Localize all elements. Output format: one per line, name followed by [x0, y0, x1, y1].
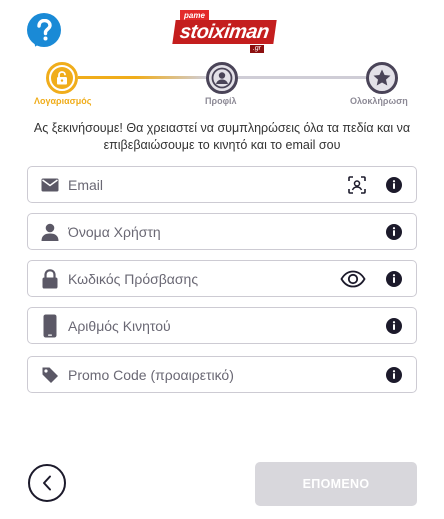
- info-icon[interactable]: [386, 366, 402, 383]
- info-icon[interactable]: [386, 176, 402, 193]
- promo-code-input[interactable]: [68, 357, 328, 392]
- next-button[interactable]: ΕΠΟΜΕΝΟ: [255, 462, 417, 506]
- username-field[interactable]: [27, 213, 417, 250]
- chevron-left-icon: [43, 475, 51, 491]
- password-input[interactable]: [68, 261, 328, 296]
- brand-logo[interactable]: pame stoiximan .gr: [172, 10, 277, 54]
- back-button[interactable]: [28, 464, 66, 502]
- user-icon: [211, 67, 233, 89]
- lock-open-icon: [57, 71, 67, 85]
- user-icon: [39, 221, 61, 243]
- phone-input[interactable]: [68, 308, 328, 343]
- intro-text: Ας ξεκινήσουμε! Θα χρειαστεί να συμπληρώ…: [33, 121, 411, 152]
- promo-code-field[interactable]: [27, 356, 417, 393]
- username-input[interactable]: [68, 214, 328, 249]
- password-field[interactable]: [27, 260, 417, 297]
- logo-suffix: .gr: [249, 45, 264, 53]
- step-label-account: Λογαριασμός: [34, 96, 92, 106]
- step-label-profile: Προφίλ: [205, 96, 237, 106]
- logo-wordmark: stoiximan: [172, 20, 277, 44]
- step-connector-2: [238, 76, 366, 79]
- face-scan-icon[interactable]: [348, 175, 366, 194]
- step-account: [46, 62, 78, 94]
- step-complete: [366, 62, 398, 94]
- envelope-icon: [39, 174, 61, 196]
- step-profile: [206, 62, 238, 94]
- star-icon: [373, 69, 391, 86]
- phone-field[interactable]: [27, 307, 417, 344]
- info-icon[interactable]: [386, 270, 402, 287]
- info-icon[interactable]: [386, 317, 402, 334]
- step-label-complete: Ολοκλήρωση: [350, 96, 408, 106]
- email-input[interactable]: [68, 167, 328, 202]
- tag-icon: [39, 364, 61, 386]
- phone-icon: [39, 314, 61, 337]
- email-field[interactable]: [27, 166, 417, 203]
- info-icon[interactable]: [386, 223, 402, 240]
- eye-icon[interactable]: [340, 270, 366, 288]
- step-connector-1: [78, 76, 206, 79]
- registration-stepper: Λογαριασμός Προφίλ Ολοκλήρωση: [0, 60, 444, 110]
- lock-icon: [39, 268, 61, 290]
